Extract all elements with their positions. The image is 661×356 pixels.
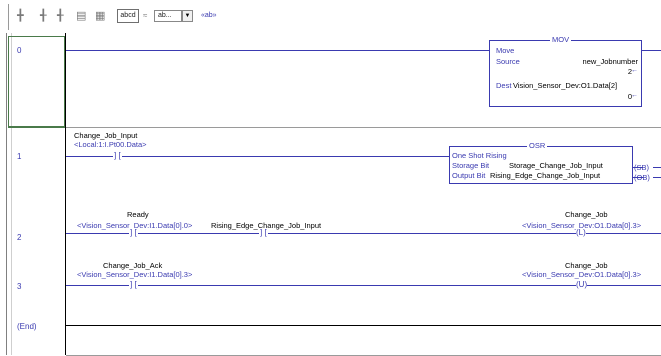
contact-tag-name[interactable]: Ready [127, 210, 149, 219]
otl-coil[interactable]: (L) [576, 228, 586, 237]
rung-number: 3 [17, 282, 22, 291]
source-label: Source [496, 57, 520, 66]
compare-icon[interactable]: ≈ [143, 9, 147, 23]
output-bit-pin: (OB) [634, 173, 650, 182]
xic-contact[interactable]: ] [ [129, 280, 138, 289]
xic-contact[interactable]: ] [ [259, 228, 268, 237]
ladder-toolbar: ╋ ╉ ╉ ▤ ▦ abcd ≈ ab... ▼ «ab» [0, 0, 661, 30]
nav-button[interactable]: «ab» [201, 9, 217, 23]
rung-wire [66, 233, 661, 234]
rung-wire [66, 285, 661, 286]
branch-level-icon[interactable]: ╉ [57, 9, 64, 23]
otu-coil[interactable]: (U) [576, 280, 588, 289]
contact-tag-name[interactable]: Change_Job_Input [74, 131, 137, 140]
end-wire [66, 325, 661, 326]
instruction-select[interactable]: ab... [154, 10, 182, 22]
coil-address: <Vision_Sensor_Dev:O1.Data[0].3> [522, 270, 642, 279]
rung-wire [66, 50, 489, 51]
osr-instruction[interactable]: OSR One Shot Rising Storage Bit Storage_… [449, 141, 633, 184]
tag-box-button[interactable]: abcd [117, 9, 139, 23]
storage-bit-pin: (SB) [634, 163, 649, 172]
rung-wire [642, 50, 661, 51]
storage-label: Storage Bit [452, 161, 490, 170]
mov-instruction[interactable]: MOV Move Source new_Jobnumber 2 ← Dest V… [489, 35, 642, 107]
arrow-left-icon: ← [631, 67, 638, 74]
rung-wire [653, 167, 661, 168]
contact-address: <Vision_Sensor_Dev:I1.Data[0].3> [77, 270, 193, 279]
contact-tag-name[interactable]: Change_Job_Ack [103, 261, 162, 270]
contact-address: <Local:1:I.Pt00.Data> [74, 140, 147, 149]
coil-tag-name[interactable]: Change_Job [565, 261, 608, 270]
xic-contact[interactable]: ] [ [113, 151, 122, 160]
rung-number: (End) [17, 322, 37, 331]
instruction-title: Move [496, 46, 515, 55]
box-branch-icon[interactable]: ▦ [95, 9, 105, 23]
dest-value[interactable]: Vision_Sensor_Dev:O1.Data[2] [513, 81, 617, 90]
output-label: Output Bit [452, 171, 486, 180]
instruction-name: OSR [527, 141, 548, 150]
instruction-title: One Shot Rising [452, 151, 507, 160]
rung-separator [66, 127, 661, 128]
rung-separator [8, 127, 65, 128]
chevron-down-icon[interactable]: ▼ [182, 10, 193, 22]
arrow-left-icon: ← [631, 92, 638, 99]
toolbar-grip [8, 4, 9, 30]
rung-number: 0 [17, 46, 22, 55]
rung-wire [653, 177, 661, 178]
box-icon[interactable]: ▤ [76, 9, 86, 23]
source-value[interactable]: new_Jobnumber [583, 57, 638, 66]
dest-label: Dest [496, 81, 512, 90]
rung-number: 2 [17, 233, 22, 242]
storage-value[interactable]: Storage_Change_Job_Input [509, 161, 603, 170]
gutter-border [6, 33, 7, 355]
branch-icon[interactable]: ╉ [40, 9, 47, 23]
rung-icon[interactable]: ╋ [17, 9, 24, 23]
output-value[interactable]: Rising_Edge_Change_Job_Input [490, 171, 600, 180]
coil-tag-name[interactable]: Change_Job [565, 210, 608, 219]
rung-wire [66, 156, 449, 157]
left-power-rail [65, 33, 66, 355]
instruction-name: MOV [550, 35, 572, 44]
rung-number: 1 [17, 152, 22, 161]
xic-contact[interactable]: ] [ [129, 228, 138, 237]
